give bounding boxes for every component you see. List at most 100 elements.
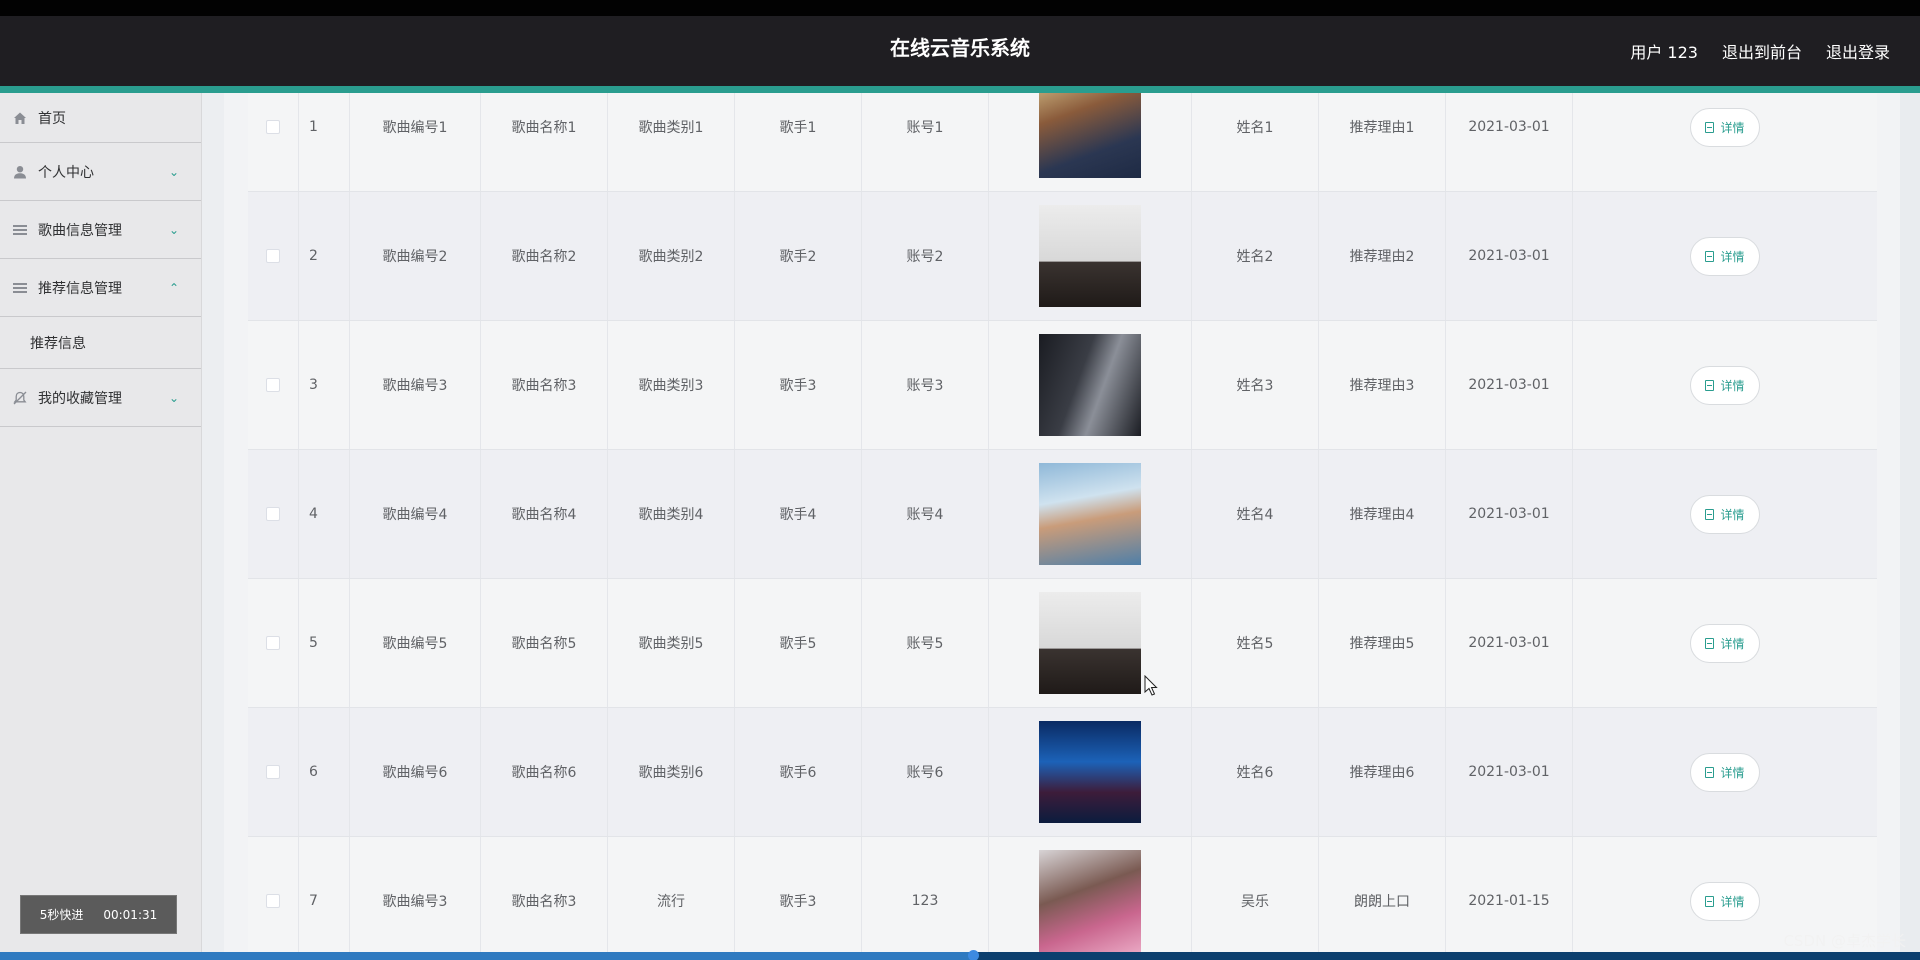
song-cover-image bbox=[1039, 850, 1141, 952]
document-icon bbox=[1705, 508, 1715, 520]
detail-button[interactable]: 详情 bbox=[1690, 494, 1760, 534]
sidebar: 首页 个人中心 ⌄ 歌曲信息管理 ⌄ 推荐信息管理 ⌃ 推荐信息 我的收藏管理 … bbox=[0, 93, 202, 960]
row-checkbox[interactable] bbox=[266, 765, 280, 779]
sidebar-item-favorites-management[interactable]: 我的收藏管理 ⌄ bbox=[0, 369, 201, 427]
video-letterbox-top bbox=[0, 0, 1920, 16]
song-name: 歌曲名称4 bbox=[481, 450, 608, 578]
recommend-table: 1 歌曲编号1 歌曲名称1 歌曲类别1 歌手1 账号1 姓名1 推荐理由1 2021-03-01… bbox=[248, 93, 1877, 955]
header-links: 用户 123 退出到前台 退出登录 bbox=[1630, 16, 1890, 86]
account: 账号2 bbox=[862, 192, 989, 320]
sidebar-item-label: 首页 bbox=[38, 110, 66, 127]
video-progress-handle[interactable] bbox=[968, 950, 980, 960]
operation-cell: 详情 bbox=[1573, 321, 1877, 449]
real-name: 姓名5 bbox=[1192, 579, 1319, 707]
mouse-cursor-icon bbox=[1144, 675, 1158, 696]
operation-cell: 详情 bbox=[1573, 579, 1877, 707]
sidebar-item-personal-center[interactable]: 个人中心 ⌄ bbox=[0, 143, 201, 201]
detail-button-label: 详情 bbox=[1720, 249, 1745, 264]
row-index: 7 bbox=[299, 837, 350, 955]
song-cover-image bbox=[1039, 721, 1141, 823]
recommend-date: 2021-03-01 bbox=[1446, 579, 1573, 707]
video-progress-fill bbox=[0, 952, 974, 960]
singer: 歌手3 bbox=[735, 321, 862, 449]
sidebar-item-recommend-management[interactable]: 推荐信息管理 ⌃ bbox=[0, 259, 201, 317]
recommend-date: 2021-03-01 bbox=[1446, 708, 1573, 836]
row-checkbox[interactable] bbox=[266, 894, 280, 908]
row-checkbox-cell bbox=[248, 579, 299, 707]
song-code: 歌曲编号3 bbox=[350, 321, 481, 449]
cover-cell bbox=[989, 837, 1192, 955]
sidebar-item-home[interactable]: 首页 bbox=[0, 93, 201, 143]
real-name: 姓名6 bbox=[1192, 708, 1319, 836]
song-code: 歌曲编号5 bbox=[350, 579, 481, 707]
account: 123 bbox=[862, 837, 989, 955]
account: 账号1 bbox=[862, 93, 989, 191]
row-checkbox-cell bbox=[248, 450, 299, 578]
account: 账号6 bbox=[862, 708, 989, 836]
exit-to-front-link[interactable]: 退出到前台 bbox=[1722, 39, 1802, 63]
row-checkbox[interactable] bbox=[266, 120, 280, 134]
detail-button[interactable]: 详情 bbox=[1690, 107, 1760, 147]
song-cover-image bbox=[1039, 592, 1141, 694]
sidebar-subitem-recommend-info[interactable]: 推荐信息 bbox=[0, 317, 201, 369]
real-name: 吴乐 bbox=[1192, 837, 1319, 955]
detail-button-label: 详情 bbox=[1720, 636, 1745, 651]
logout-link[interactable]: 退出登录 bbox=[1826, 39, 1890, 63]
sidebar-item-label: 歌曲信息管理 bbox=[38, 222, 122, 239]
cover-cell bbox=[989, 321, 1192, 449]
row-checkbox[interactable] bbox=[266, 507, 280, 521]
detail-button[interactable]: 详情 bbox=[1690, 236, 1760, 276]
cover-cell bbox=[989, 93, 1192, 191]
song-name: 歌曲名称6 bbox=[481, 708, 608, 836]
video-speed-badge[interactable]: 5秒快进 00:01:31 bbox=[20, 895, 177, 934]
cover-cell bbox=[989, 192, 1192, 320]
operation-cell: 详情 bbox=[1573, 93, 1877, 191]
document-icon bbox=[1705, 379, 1715, 391]
user-icon bbox=[12, 164, 28, 180]
recommend-reason: 朗朗上口 bbox=[1319, 837, 1446, 955]
menu-icon bbox=[12, 280, 28, 296]
song-cover-image bbox=[1039, 205, 1141, 307]
song-code: 歌曲编号4 bbox=[350, 450, 481, 578]
table-row: 7 歌曲编号3 歌曲名称3 流行 歌手3 123 吴乐 朗朗上口 2021-01-15 详情 bbox=[248, 837, 1877, 955]
singer: 歌手4 bbox=[735, 450, 862, 578]
detail-button[interactable]: 详情 bbox=[1690, 365, 1760, 405]
row-index: 3 bbox=[299, 321, 350, 449]
recommend-reason: 推荐理由1 bbox=[1319, 93, 1446, 191]
account: 账号5 bbox=[862, 579, 989, 707]
song-code: 歌曲编号6 bbox=[350, 708, 481, 836]
document-icon bbox=[1705, 637, 1715, 649]
row-checkbox[interactable] bbox=[266, 249, 280, 263]
recommend-date: 2021-03-01 bbox=[1446, 321, 1573, 449]
song-type: 歌曲类别2 bbox=[608, 192, 735, 320]
chevron-up-icon: ⌃ bbox=[168, 280, 179, 295]
account: 账号4 bbox=[862, 450, 989, 578]
menu-icon bbox=[12, 222, 28, 238]
sidebar-item-song-management[interactable]: 歌曲信息管理 ⌄ bbox=[0, 201, 201, 259]
row-index: 4 bbox=[299, 450, 350, 578]
detail-button[interactable]: 详情 bbox=[1690, 623, 1760, 663]
detail-button-label: 详情 bbox=[1720, 507, 1745, 522]
bell-off-icon bbox=[12, 390, 28, 406]
recommend-reason: 推荐理由4 bbox=[1319, 450, 1446, 578]
row-checkbox[interactable] bbox=[266, 636, 280, 650]
singer: 歌手3 bbox=[735, 837, 862, 955]
user-label[interactable]: 用户 123 bbox=[1630, 39, 1698, 63]
song-type: 歌曲类别4 bbox=[608, 450, 735, 578]
detail-button[interactable]: 详情 bbox=[1690, 752, 1760, 792]
row-checkbox-cell bbox=[248, 321, 299, 449]
recommend-reason: 推荐理由6 bbox=[1319, 708, 1446, 836]
song-type: 流行 bbox=[608, 837, 735, 955]
detail-button[interactable]: 详情 bbox=[1690, 881, 1760, 921]
singer: 歌手2 bbox=[735, 192, 862, 320]
cover-cell bbox=[989, 708, 1192, 836]
song-cover-image bbox=[1039, 334, 1141, 436]
recommend-date: 2021-03-01 bbox=[1446, 93, 1573, 191]
row-checkbox-cell bbox=[248, 837, 299, 955]
app-header: 在线云音乐系统 用户 123 退出到前台 退出登录 bbox=[0, 16, 1920, 86]
real-name: 姓名4 bbox=[1192, 450, 1319, 578]
real-name: 姓名3 bbox=[1192, 321, 1319, 449]
row-checkbox[interactable] bbox=[266, 378, 280, 392]
table-row: 6 歌曲编号6 歌曲名称6 歌曲类别6 歌手6 账号6 姓名6 推荐理由6 2021-03-01… bbox=[248, 708, 1877, 837]
chevron-down-icon: ⌄ bbox=[168, 390, 179, 405]
